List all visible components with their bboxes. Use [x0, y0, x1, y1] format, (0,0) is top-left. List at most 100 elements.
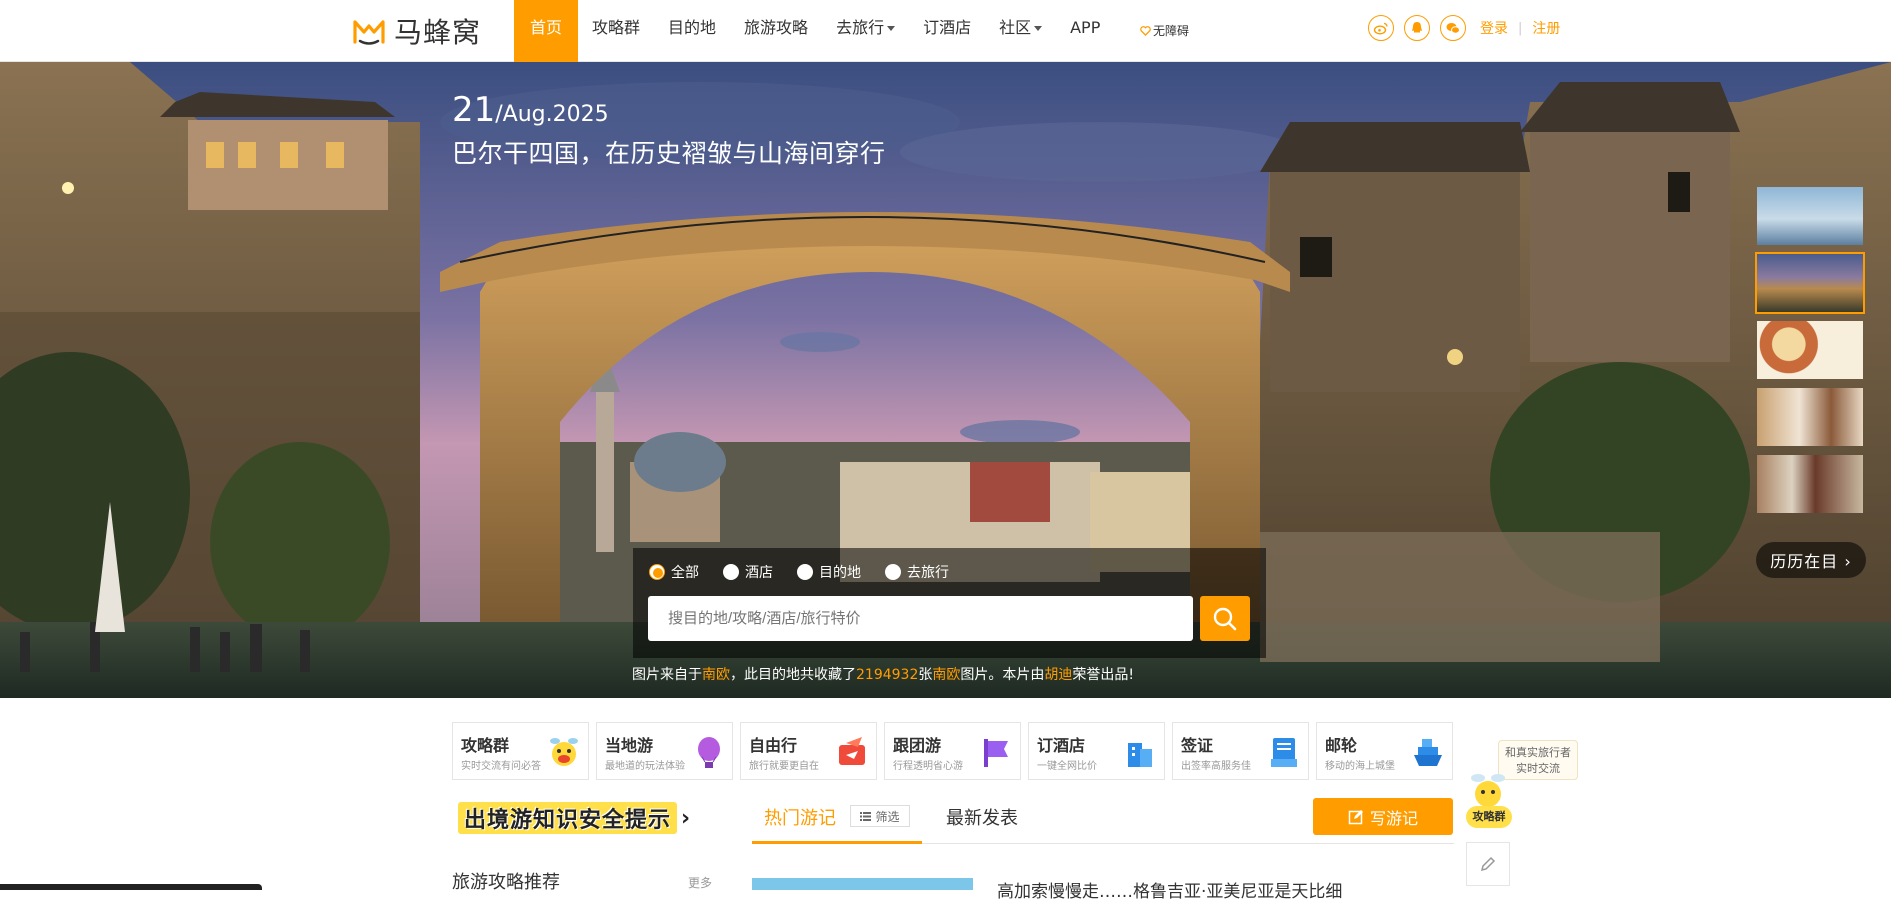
service-card-hotel[interactable]: 订酒店 一键全网比价	[1028, 722, 1165, 780]
service-card-cruise[interactable]: 邮轮 移动的海上城堡	[1316, 722, 1453, 780]
nav-home[interactable]: 首页	[514, 0, 579, 62]
card-title: 当地游	[605, 736, 654, 755]
weibo-login-button[interactable]	[1368, 15, 1394, 41]
card-title: 签证	[1181, 736, 1214, 755]
edit-note-icon	[1348, 809, 1363, 824]
radio-label: 酒店	[745, 565, 773, 581]
card-subtitle: 出签率高服务佳	[1181, 761, 1251, 772]
tab-latest[interactable]: 最新发表	[946, 804, 1018, 830]
register-link[interactable]: 注册	[1532, 18, 1560, 38]
radio-destination[interactable]: 目的地	[797, 562, 861, 582]
cruise-ship-icon	[1414, 739, 1442, 766]
radio-go-travel[interactable]: 去旅行	[885, 562, 949, 582]
card-subtitle: 旅行就要更自在	[749, 761, 819, 772]
radio-selected-icon	[649, 564, 665, 580]
nav-app[interactable]: APP	[1056, 0, 1114, 62]
write-travelogue-button[interactable]: 写游记	[1313, 798, 1453, 835]
article-thumbnail[interactable]	[752, 878, 973, 890]
pencil-icon	[1480, 856, 1496, 872]
photo-credit: 图片来自于南欧，此目的地共收藏了2194932张南欧图片。本片由胡迪荣誉出品!	[632, 664, 1134, 684]
hero-banner: 21/Aug.2025 巴尔干四国，在历史褶皱与山海间穿行 历历在目 › 全部 …	[0, 62, 1891, 698]
nav-travel-guides[interactable]: 旅游攻略	[730, 0, 822, 62]
hero-thumbnail[interactable]	[1755, 453, 1865, 515]
bee-mascot-icon	[1471, 774, 1505, 807]
nav-community[interactable]: 社区	[985, 0, 1056, 62]
nav-label: 旅游攻略	[744, 18, 809, 37]
radio-empty-icon	[885, 564, 901, 580]
guide-group-label: 攻略群	[1466, 806, 1512, 828]
nav-hotels[interactable]: 订酒店	[909, 0, 985, 62]
card-subtitle: 移动的海上城堡	[1325, 761, 1395, 772]
search-input[interactable]	[648, 596, 1193, 641]
site-logo[interactable]: 马蜂窝	[352, 13, 481, 49]
credit-text: 图片。本片由	[960, 667, 1045, 683]
tab-hot-travelogues[interactable]: 热门游记	[764, 804, 836, 830]
more-link[interactable]: 更多	[688, 874, 712, 891]
wechat-icon	[1446, 23, 1460, 34]
service-card-group-tour[interactable]: 跟团游 行程透明省心游	[884, 722, 1021, 780]
hero-thumbnail[interactable]	[1755, 185, 1865, 247]
radio-label: 目的地	[819, 565, 861, 581]
nav-go-travel[interactable]: 去旅行	[822, 0, 909, 62]
credit-place-link[interactable]: 南欧	[932, 667, 960, 683]
nav-destinations[interactable]: 目的地	[654, 0, 730, 62]
search-button[interactable]	[1200, 596, 1250, 641]
chevron-right-icon: ›	[681, 805, 691, 831]
hero-thumbnail[interactable]	[1755, 319, 1865, 381]
safety-tips-text: 出境游知识安全提示	[458, 802, 678, 834]
filter-label: 筛选	[875, 809, 900, 824]
hot-air-balloon-icon	[698, 737, 720, 768]
accessibility-link[interactable]: 无障碍	[1140, 22, 1189, 39]
bee-mascot-icon	[550, 738, 578, 766]
quick-edit-button[interactable]	[1466, 842, 1510, 886]
service-card-free-travel[interactable]: 自由行 旅行就要更自在	[740, 722, 877, 780]
qq-login-button[interactable]	[1404, 15, 1430, 41]
hero-title[interactable]: 巴尔干四国，在历史褶皱与山海间穿行	[452, 134, 886, 170]
flag-icon	[984, 739, 1008, 767]
credit-place-link[interactable]: 南欧	[702, 667, 730, 683]
hero-thumbnail-active[interactable]	[1755, 252, 1865, 314]
credit-text: ，此目的地共收藏了	[730, 667, 856, 683]
top-header: 马蜂窝 首页 攻略群 目的地 旅游攻略 去旅行 订酒店 社区 APP 无障碍 登…	[0, 0, 1891, 62]
heart-shield-icon	[1140, 26, 1151, 36]
credit-author-link[interactable]: 胡迪	[1044, 667, 1072, 683]
accessibility-label: 无障碍	[1153, 24, 1190, 38]
service-card-visa[interactable]: 签证 出签率高服务佳	[1172, 722, 1309, 780]
li-li-zai-mu-link[interactable]: 历历在目 ›	[1756, 542, 1866, 578]
service-card-guide-group[interactable]: 攻略群 实时交流有问必答	[452, 722, 589, 780]
main-nav: 首页 攻略群 目的地 旅游攻略 去旅行 订酒店 社区 APP	[514, 0, 1114, 62]
weibo-icon	[1373, 22, 1388, 35]
card-subtitle: 一键全网比价	[1037, 761, 1097, 772]
hero-day: 21	[452, 90, 496, 130]
credit-text: 荣誉出品!	[1072, 667, 1134, 683]
nav-guide-groups[interactable]: 攻略群	[578, 0, 654, 62]
card-title: 邮轮	[1325, 736, 1358, 755]
logo-m-icon	[353, 20, 385, 45]
radio-hotel[interactable]: 酒店	[723, 562, 773, 582]
service-card-local-tour[interactable]: 当地游 最地道的玩法体验	[596, 722, 733, 780]
bottom-toolbar	[0, 884, 262, 890]
hero-thumbnail[interactable]	[1755, 386, 1865, 448]
nav-label: 攻略群	[592, 18, 641, 37]
caret-down-icon	[887, 26, 896, 31]
search-panel: 全部 酒店 目的地 去旅行	[633, 548, 1266, 658]
radio-empty-icon	[723, 564, 739, 580]
filter-button[interactable]: 筛选	[850, 805, 910, 827]
radio-label: 全部	[671, 565, 699, 581]
plane-ticket-icon	[839, 737, 865, 765]
nav-label: APP	[1070, 18, 1101, 37]
service-cards: 攻略群 实时交流有问必答 当地游 最地道的玩法体验 自由行 旅行就要更自在 跟团…	[452, 722, 1460, 780]
radio-all[interactable]: 全部	[649, 562, 699, 582]
card-subtitle: 最地道的玩法体验	[605, 761, 685, 772]
social-login: 登录 | 注册	[1368, 15, 1560, 41]
hero-date: 21/Aug.2025	[452, 90, 609, 130]
credit-text: 图片来自于	[632, 667, 702, 683]
qq-icon	[1412, 22, 1422, 33]
safety-tips-banner[interactable]: 出境游知识安全提示 ›	[458, 802, 690, 834]
passport-icon	[1271, 738, 1297, 767]
divider: |	[1518, 20, 1523, 36]
recommend-heading: 旅游攻略推荐	[452, 872, 560, 893]
wechat-login-button[interactable]	[1440, 15, 1466, 41]
login-link[interactable]: 登录	[1480, 18, 1508, 38]
nav-label: 社区	[999, 18, 1032, 37]
